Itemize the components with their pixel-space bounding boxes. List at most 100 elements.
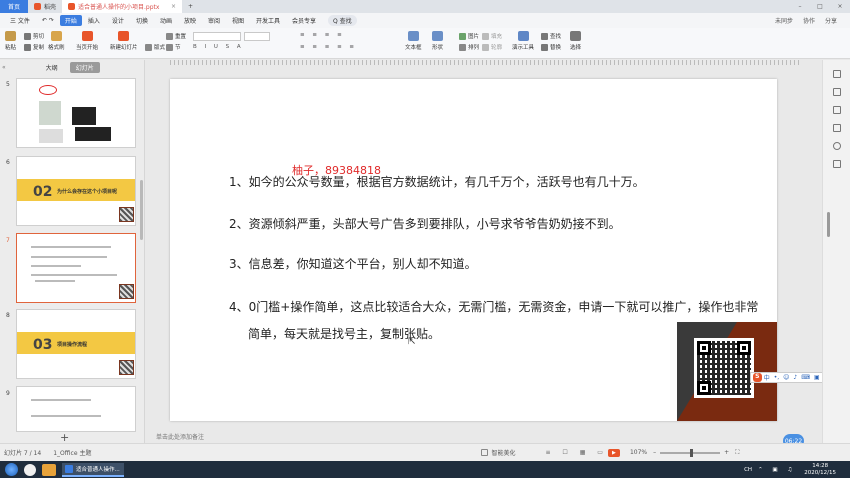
menu-slideshow[interactable]: 放映 bbox=[178, 16, 202, 25]
section-icon bbox=[166, 43, 173, 51]
slide-bullet-4[interactable]: 4、0门槛+操作简单，这点比较适合大众，无需门槛，无需资金，申请一下就可以推广，… bbox=[229, 298, 758, 315]
rail-icon[interactable] bbox=[833, 88, 841, 96]
menu-undo-icon[interactable]: ↶ ↷ bbox=[36, 17, 60, 24]
shape-button[interactable]: 形状 bbox=[432, 31, 443, 51]
rail-icon[interactable] bbox=[833, 106, 841, 114]
slide-bullet-2[interactable]: 2、资源倾斜严重，头部大号广告多到要排队，小号求爷爷告奶奶接不到。 bbox=[229, 215, 621, 232]
notes-area[interactable]: 单击此处添加备注 bbox=[146, 430, 822, 443]
paragraph-buttons[interactable]: ≡ ≡ ≡ ≡ bbox=[300, 32, 345, 38]
menu-home[interactable]: 开始 bbox=[59, 15, 82, 26]
minimize-icon[interactable]: – bbox=[790, 3, 810, 10]
title-tab-bar: 首页 稻壳 适合普通人操作的小项目.pptx × + – □ × bbox=[0, 0, 850, 13]
ime-skin-icon[interactable]: ▣ bbox=[814, 374, 820, 381]
collaborate-button[interactable]: 协作 bbox=[798, 16, 820, 25]
copy-button[interactable]: 复制 bbox=[24, 43, 44, 51]
outline-button[interactable]: 轮廓 bbox=[482, 43, 502, 51]
tray-clock[interactable]: 14:28 2020/12/15 bbox=[804, 463, 836, 477]
zoom-out-icon[interactable]: – bbox=[653, 449, 656, 456]
text-box-button[interactable]: 文本框 bbox=[405, 31, 422, 51]
tab-docer[interactable]: 稻壳 bbox=[28, 0, 62, 13]
rail-icon[interactable] bbox=[833, 70, 841, 78]
slide-thumbnail-9[interactable] bbox=[16, 386, 136, 432]
menu-insert[interactable]: 插入 bbox=[82, 16, 106, 25]
menu-view[interactable]: 视图 bbox=[226, 16, 250, 25]
close-tab-icon[interactable]: × bbox=[171, 3, 176, 10]
ime-keyboard-icon[interactable]: ⌨ bbox=[801, 374, 810, 381]
cut-button[interactable]: 剪切 bbox=[24, 32, 44, 40]
fill-button[interactable]: 填充 bbox=[482, 32, 502, 40]
play-current-button[interactable]: 当页开始 bbox=[76, 31, 98, 51]
smart-beautify-button[interactable]: 智能美化 bbox=[481, 448, 515, 457]
ime-punct-icon[interactable]: •, bbox=[774, 374, 779, 381]
tab-slides[interactable]: 幻灯片 bbox=[69, 62, 100, 73]
slide-thumbnail-8[interactable]: 03 项目操作流程 bbox=[16, 309, 136, 379]
share-button[interactable]: 分享 bbox=[820, 16, 842, 25]
menu-bar: 三 文件 ↶ ↷ 开始 插入 设计 切换 动画 放映 审阅 视图 开发工具 会员… bbox=[0, 13, 850, 28]
slide-number: 9 bbox=[6, 390, 10, 397]
tab-document[interactable]: 适合普通人操作的小项目.pptx × bbox=[62, 0, 183, 13]
view-mode-icons[interactable]: ≡ ☐ ▦ ▭ bbox=[545, 449, 607, 456]
select-button[interactable]: 选择 bbox=[570, 31, 581, 51]
zoom-slider[interactable] bbox=[660, 448, 721, 457]
collapse-panel-icon[interactable]: « bbox=[2, 64, 6, 71]
rail-icon[interactable] bbox=[833, 160, 841, 168]
format-painter-button[interactable]: 格式刷 bbox=[48, 31, 65, 51]
zoom-in-icon[interactable]: + bbox=[724, 449, 729, 456]
align-buttons[interactable]: ≡ ≡ ≡ ≡ ≡ bbox=[300, 44, 357, 50]
ime-tray-indicator[interactable]: CH bbox=[744, 467, 752, 473]
reset-button[interactable]: 重置 bbox=[166, 32, 186, 40]
tray-icons[interactable]: ⌃ ▣ ♫ bbox=[758, 467, 796, 473]
menu-review[interactable]: 审阅 bbox=[202, 16, 226, 25]
find-button[interactable]: 查找 bbox=[541, 32, 561, 40]
slide-thumbnail-5[interactable] bbox=[16, 78, 136, 148]
menu-file[interactable]: 三 文件 bbox=[4, 16, 36, 25]
fit-window-icon[interactable]: ⛶ bbox=[735, 449, 739, 457]
menu-transition[interactable]: 切换 bbox=[130, 16, 154, 25]
slide-thumbnail-7[interactable] bbox=[16, 233, 136, 303]
picture-button[interactable]: 图片 bbox=[459, 32, 479, 40]
slide-bullet-3[interactable]: 3、信息差，你知道这个平台，别人却不知道。 bbox=[229, 255, 477, 272]
paste-button[interactable]: 粘贴 bbox=[5, 31, 16, 51]
right-scrollbar[interactable] bbox=[827, 212, 830, 237]
presentation-tools-button[interactable]: 演示工具 bbox=[512, 31, 534, 51]
arrange-button[interactable]: 排列 bbox=[459, 43, 479, 51]
sync-status[interactable]: 未同步 bbox=[770, 16, 798, 25]
search-box[interactable]: Q 查找 bbox=[328, 15, 357, 26]
zoom-level[interactable]: 107% bbox=[630, 449, 647, 456]
ime-mic-icon[interactable]: ♪ bbox=[793, 374, 797, 381]
font-format-buttons[interactable]: B I U S A bbox=[193, 44, 244, 50]
new-tab-button[interactable]: + bbox=[182, 0, 199, 13]
section-button[interactable]: 节 bbox=[166, 43, 181, 51]
current-slide[interactable]: 1、如今的公众号数量，根据官方数据统计，有几千万个，活跃号也有几十万。 柚子，8… bbox=[170, 79, 777, 421]
menu-animation[interactable]: 动画 bbox=[154, 16, 178, 25]
tab-outline[interactable]: 大纲 bbox=[40, 62, 64, 73]
ime-emoji-icon[interactable]: ☺ bbox=[783, 374, 789, 381]
close-window-icon[interactable]: × bbox=[830, 3, 850, 10]
play-current-label: 当页开始 bbox=[76, 45, 99, 51]
taskbar-wps-window[interactable]: 适合普通人操作... bbox=[62, 462, 124, 477]
maximize-icon[interactable]: □ bbox=[810, 3, 830, 10]
file-explorer-icon[interactable] bbox=[42, 463, 56, 476]
replace-label: 替换 bbox=[550, 45, 562, 51]
rail-icon[interactable] bbox=[833, 124, 841, 132]
menu-developer[interactable]: 开发工具 bbox=[250, 16, 286, 25]
thumbnail-scrollbar[interactable] bbox=[140, 180, 143, 240]
zoom-slider-knob[interactable] bbox=[690, 448, 694, 457]
slide-thumbnail-6[interactable]: 02 为什么会存在这个小项目呢 bbox=[16, 156, 136, 226]
slideshow-play-button[interactable]: ▶ bbox=[607, 448, 620, 457]
search-icon[interactable] bbox=[24, 463, 36, 476]
shape-icon bbox=[432, 31, 443, 41]
menu-design[interactable]: 设计 bbox=[106, 16, 130, 25]
replace-button[interactable]: 替换 bbox=[541, 43, 561, 51]
rail-icon[interactable] bbox=[833, 142, 841, 150]
layout-button[interactable]: 版式 bbox=[145, 43, 165, 51]
tab-home[interactable]: 首页 bbox=[0, 0, 28, 13]
font-family-select[interactable] bbox=[193, 32, 241, 41]
ime-mode[interactable]: 中 bbox=[764, 373, 770, 382]
slide-thumbnail-panel: « 大纲 幻灯片 5 6 02 为什么会存在这个小项目呢 7 8 03 项目操作… bbox=[0, 60, 145, 443]
start-button-icon[interactable] bbox=[5, 463, 18, 476]
qr-finder bbox=[697, 341, 711, 355]
new-slide-button[interactable]: 新建幻灯片 bbox=[110, 31, 138, 51]
font-size-select[interactable] bbox=[244, 32, 270, 41]
menu-member[interactable]: 会员专享 bbox=[286, 16, 322, 25]
